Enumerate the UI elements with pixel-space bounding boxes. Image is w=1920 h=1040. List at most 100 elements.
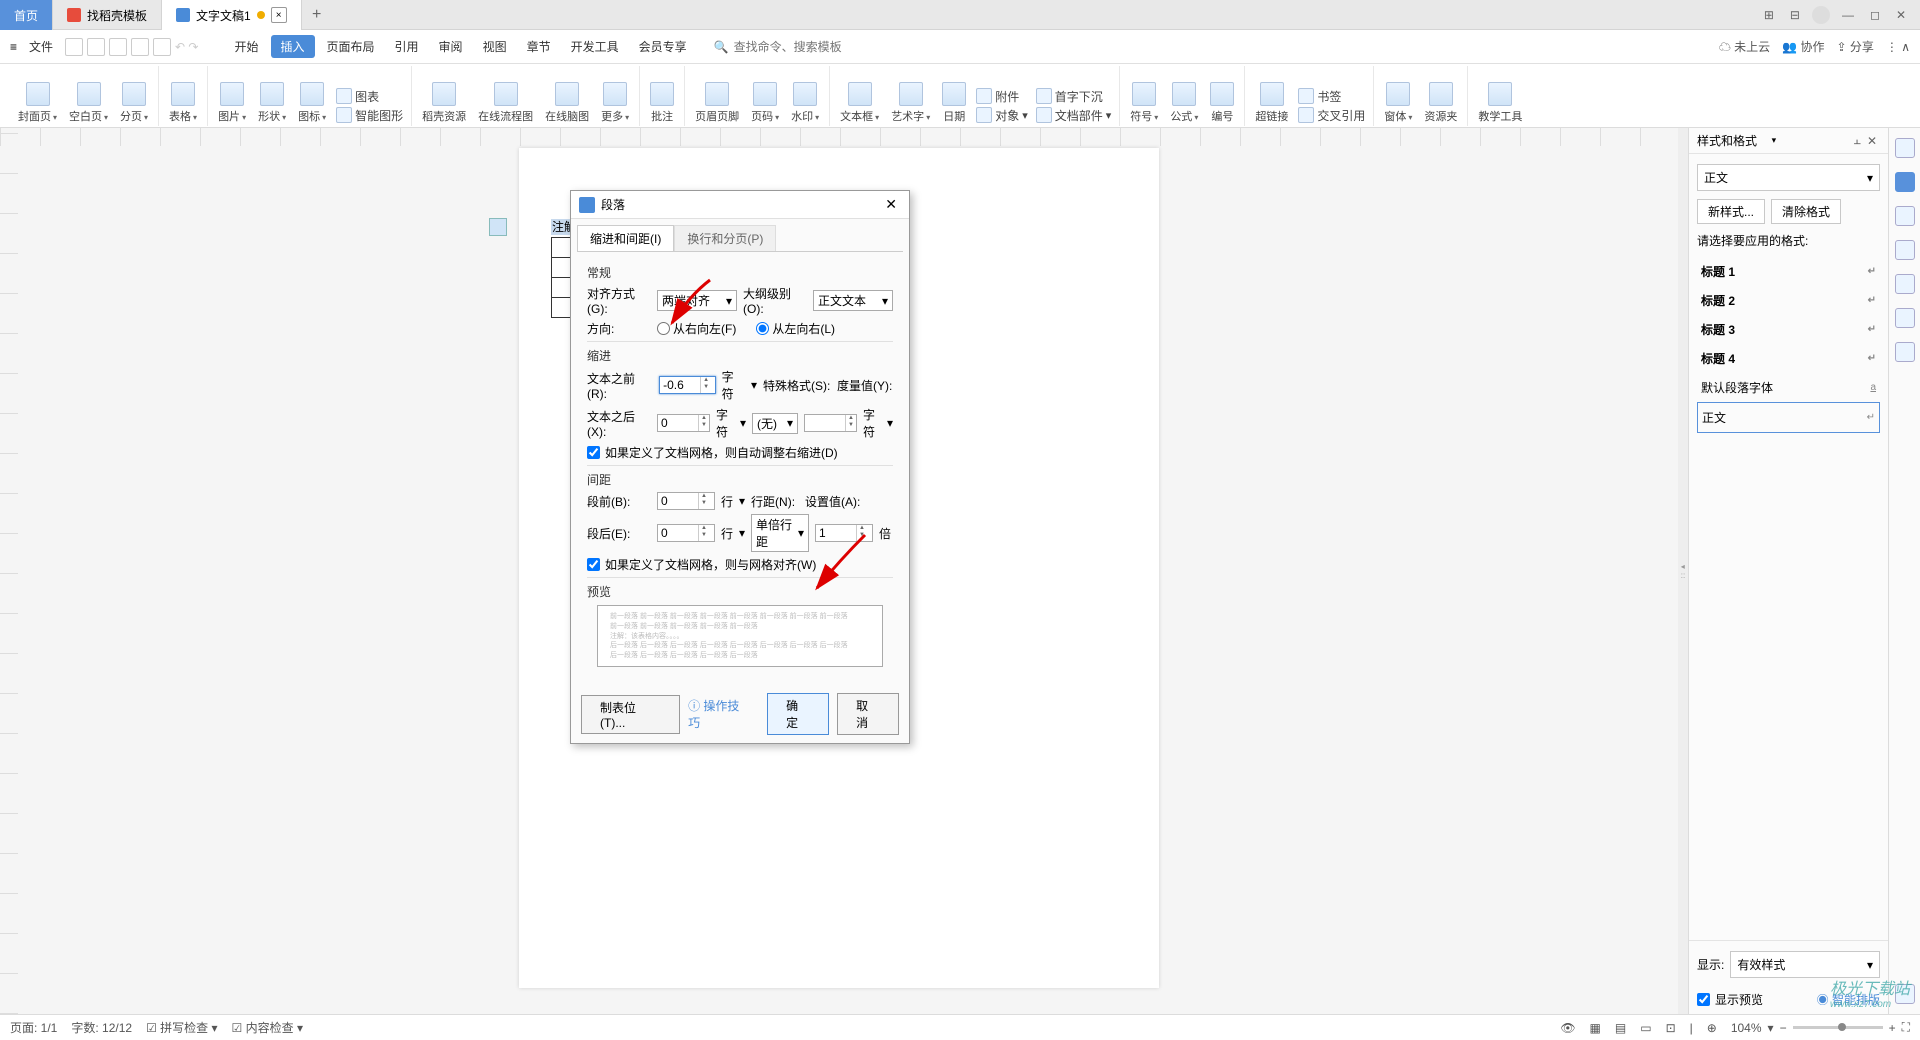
btn-wordart[interactable]: 艺术字	[887, 80, 934, 126]
btn-parts[interactable]: 文档部件▾	[1036, 107, 1112, 124]
style-h2[interactable]: 标题 2↵	[1697, 286, 1880, 315]
style-h4[interactable]: 标题 4↵	[1697, 344, 1880, 373]
outline-select[interactable]: 正文文本▾	[813, 290, 893, 311]
pin-icon[interactable]: ⫠	[1851, 133, 1864, 148]
zoom-control[interactable]: 104%▾−+⛶	[1731, 1020, 1910, 1035]
btn-table[interactable]: 表格	[165, 80, 201, 126]
tab-indent-spacing[interactable]: 缩进和间距(I)	[577, 225, 674, 251]
btn-blank[interactable]: 空白页	[65, 80, 112, 126]
menu-start[interactable]: 开始	[226, 36, 266, 57]
set-value-input[interactable]: ▲▼	[815, 524, 873, 542]
after-text-input[interactable]: ▲▼	[657, 414, 710, 432]
user-icon[interactable]	[1812, 6, 1830, 24]
btn-shape[interactable]: 形状	[254, 80, 290, 126]
measure-input[interactable]: ▲▼	[804, 414, 857, 432]
before-text-input[interactable]: ▲▼	[659, 376, 715, 394]
search-box[interactable]: 🔍	[714, 40, 854, 54]
side-icon-7[interactable]	[1895, 342, 1915, 362]
menu-layout[interactable]: 页面布局	[319, 36, 383, 57]
view-icon-1[interactable]: 👁	[1560, 1021, 1575, 1035]
side-icon-5[interactable]	[1895, 274, 1915, 294]
menu-vip[interactable]: 会员专享	[631, 36, 695, 57]
tab-templates[interactable]: 找稻壳模板	[53, 0, 162, 30]
side-icon-6[interactable]	[1895, 308, 1915, 328]
btn-flow[interactable]: 在线流程图	[474, 80, 537, 126]
menu-insert[interactable]: 插入	[271, 35, 315, 58]
fit-icon[interactable]: ⊕	[1707, 1021, 1717, 1035]
btn-more[interactable]: 更多	[597, 80, 633, 126]
panel-collapse[interactable]: ◂::	[1678, 128, 1688, 1014]
spell-check[interactable]: ☑ 拼写检查 ▾	[146, 1019, 217, 1036]
minimize-button[interactable]: —	[1838, 6, 1858, 24]
side-icon-2[interactable]	[1895, 172, 1915, 192]
menu-view[interactable]: 视图	[475, 36, 515, 57]
share-button[interactable]: ⇪ 分享	[1836, 38, 1873, 55]
auto-indent-checkbox[interactable]: 如果定义了文档网格，则自动调整右缩进(D)	[587, 444, 893, 461]
side-icon-1[interactable]	[1895, 138, 1915, 158]
menu-review[interactable]: 审阅	[431, 36, 471, 57]
btn-break[interactable]: 分页	[116, 80, 152, 126]
zoom-slider[interactable]	[1793, 1026, 1883, 1029]
btn-number[interactable]: 编号	[1206, 80, 1238, 126]
btn-watermark[interactable]: 水印	[787, 80, 823, 126]
btn-resource[interactable]: 资源夹	[1420, 80, 1461, 126]
view-icon-5[interactable]: ⊡	[1666, 1021, 1676, 1035]
special-select[interactable]: (无)▾	[752, 413, 798, 434]
tab-document[interactable]: 文字文稿1×	[162, 0, 302, 30]
close-panel-button[interactable]: ✕	[1864, 134, 1880, 148]
clear-format-button[interactable]: 清除格式	[1771, 199, 1841, 224]
show-select[interactable]: 有效样式▾	[1730, 951, 1880, 978]
word-count[interactable]: 字数: 12/12	[71, 1019, 132, 1036]
collab-button[interactable]: 👥 协作	[1782, 38, 1824, 55]
menu-file[interactable]: 文件	[21, 36, 61, 57]
content-check[interactable]: ☑ 内容检查 ▾	[232, 1019, 303, 1036]
btn-icon[interactable]: 图标	[294, 80, 330, 126]
btn-window[interactable]: 窗体	[1380, 80, 1416, 126]
btn-pagenum[interactable]: 页码	[747, 80, 783, 126]
cloud-status[interactable]: ☁ 未上云	[1719, 38, 1770, 55]
search-input[interactable]	[734, 40, 854, 54]
menu-dev[interactable]: 开发工具	[563, 36, 627, 57]
style-default-font[interactable]: 默认段落字体a	[1697, 373, 1880, 402]
side-icon-4[interactable]	[1895, 240, 1915, 260]
more-menu[interactable]: ⋮ ∧	[1886, 40, 1910, 54]
btn-mind[interactable]: 在线脑图	[541, 80, 593, 126]
apps-icon[interactable]: ⊟	[1786, 6, 1804, 24]
current-style-select[interactable]: 正文▾	[1697, 164, 1880, 191]
preview-icon[interactable]	[109, 38, 127, 56]
btn-crossref[interactable]: 交叉引用	[1298, 107, 1365, 124]
btn-res[interactable]: 稻壳资源	[418, 80, 470, 126]
view-icon-3[interactable]: ▤	[1615, 1021, 1626, 1035]
undo-icon[interactable]	[131, 38, 149, 56]
btn-symbol[interactable]: 符号	[1126, 80, 1162, 126]
btn-pic[interactable]: 图片	[214, 80, 250, 126]
align-select[interactable]: 两端对齐▾	[657, 290, 737, 311]
btn-cover[interactable]: 封面页	[14, 80, 61, 126]
menu-ref[interactable]: 引用	[387, 36, 427, 57]
layout-icon[interactable]: ⊞	[1760, 6, 1778, 24]
page-indicator[interactable]: 页面: 1/1	[10, 1019, 57, 1036]
close-tab-button[interactable]: ×	[271, 7, 287, 23]
save-icon[interactable]	[65, 38, 83, 56]
new-style-button[interactable]: 新样式...	[1697, 199, 1765, 224]
style-h1[interactable]: 标题 1↵	[1697, 257, 1880, 286]
redo-icon[interactable]	[153, 38, 171, 56]
btn-headerfooter[interactable]: 页眉页脚	[691, 80, 743, 126]
tabstop-button[interactable]: 制表位(T)...	[581, 695, 680, 734]
tips-link[interactable]: ⓘ 操作技巧	[688, 697, 751, 731]
style-body[interactable]: 正文↵	[1697, 402, 1880, 433]
close-window-button[interactable]: ✕	[1892, 6, 1910, 24]
tab-home[interactable]: 首页	[0, 0, 53, 30]
btn-teach[interactable]: 教学工具	[1474, 80, 1526, 126]
btn-comment[interactable]: 批注	[646, 80, 678, 126]
hamburger-icon[interactable]: ≡	[10, 40, 17, 54]
side-icon-3[interactable]	[1895, 206, 1915, 226]
btn-link[interactable]: 超链接	[1251, 80, 1292, 126]
btn-smart[interactable]: 智能图形	[336, 107, 403, 124]
line-spacing-select[interactable]: 单倍行距▾	[751, 514, 809, 552]
style-h3[interactable]: 标题 3↵	[1697, 315, 1880, 344]
menu-chapter[interactable]: 章节	[519, 36, 559, 57]
dialog-close-button[interactable]: ✕	[881, 196, 901, 213]
btn-object[interactable]: 对象▾	[976, 107, 1028, 124]
view-icon-2[interactable]: ▦	[1590, 1021, 1601, 1035]
